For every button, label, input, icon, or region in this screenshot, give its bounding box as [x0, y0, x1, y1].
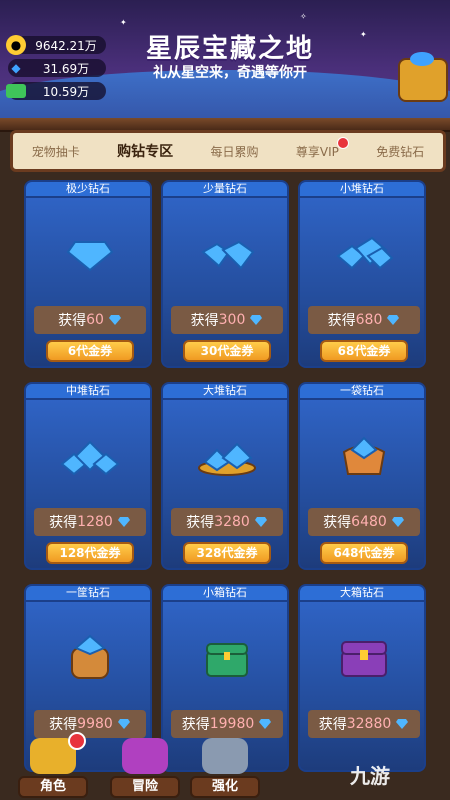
- anvil-icon: [202, 738, 248, 774]
- pack-title: 大堆钻石: [161, 382, 289, 400]
- large-chest-icon: [341, 641, 387, 677]
- pack-title: 极少钻石: [24, 180, 152, 198]
- pack-title: 小堆钻石: [298, 180, 426, 198]
- price-button[interactable]: 128代金券: [46, 542, 134, 564]
- gain-label: 获得 680: [308, 306, 420, 334]
- diamond-balance: ◆ 31.69万: [8, 59, 106, 77]
- diamond-pack-card[interactable]: 大堆钻石 获得 3280 328代金券: [161, 382, 289, 570]
- diamond-pack-card[interactable]: 小堆钻石 获得 680 68代金券: [298, 180, 426, 368]
- price-button[interactable]: 30代金券: [183, 340, 271, 362]
- pack-title: 一袋钻石: [298, 382, 426, 400]
- small-chest-icon: [206, 643, 248, 677]
- cash-balance: 10.59万: [6, 82, 106, 100]
- diamond-icon: [254, 517, 267, 527]
- diamond-icon: ◆: [11, 61, 21, 75]
- tab-vip[interactable]: 尊享VIP: [295, 136, 349, 160]
- diamond-pack-card[interactable]: 中堆钻石 获得 1280 128代金券: [24, 382, 152, 570]
- gain-label: 获得 300: [171, 306, 283, 334]
- gain-label: 获得 1280: [34, 508, 146, 536]
- nav-character-label: 角色: [18, 776, 88, 798]
- star-icon: ✦: [120, 18, 127, 27]
- tab-buy-diamonds[interactable]: 购钻专区: [117, 141, 173, 161]
- treasure-chest-icon[interactable]: [398, 52, 448, 102]
- nav-adventure-label: 冒险: [110, 776, 180, 798]
- price-button[interactable]: 648代金券: [320, 542, 408, 564]
- nav-character[interactable]: 角色: [18, 732, 88, 798]
- star-icon: ✦: [360, 30, 367, 39]
- diamond-pack-card[interactable]: 一袋钻石 获得 6480 648代金券: [298, 382, 426, 570]
- pack-title: 中堆钻石: [24, 382, 152, 400]
- diamond-basket-icon: [71, 634, 109, 679]
- pack-title: 少量钻石: [161, 180, 289, 198]
- gold-coin-icon: ●: [6, 35, 26, 55]
- diamond-bag-icon: [342, 436, 386, 475]
- tab-pet-gacha[interactable]: 宠物抽卡: [32, 143, 80, 160]
- page-subtitle: 礼从星空来，奇遇等你开: [153, 65, 307, 81]
- diamond-pile-icon: [201, 240, 255, 270]
- diamond-heap-icon: [60, 440, 120, 476]
- diamond-icon: [391, 517, 404, 527]
- watermark-logo: 九游: [350, 763, 390, 788]
- nav-upgrade-label: 强化: [190, 776, 260, 798]
- diamond-icon: [387, 315, 400, 325]
- diamond-pack-card[interactable]: 极少钻石 获得 60 6代金券: [24, 180, 152, 368]
- gain-label: 获得 3280: [171, 508, 283, 536]
- cash-balance-value: 10.59万: [42, 84, 90, 99]
- diamond-icon: [108, 315, 121, 325]
- page-title: 星辰宝藏之地: [145, 34, 314, 64]
- nav-upgrade[interactable]: 强化: [190, 732, 260, 798]
- tab-free-diamonds[interactable]: 免费钻石: [376, 143, 424, 160]
- notification-badge: [336, 136, 349, 149]
- diamond-icon: [250, 315, 263, 325]
- cash-icon: [6, 84, 26, 98]
- diamond-plate-icon: [198, 442, 256, 476]
- tab-vip-label: 尊享VIP: [295, 144, 339, 159]
- gold-balance: ● 9642.21万: [6, 35, 106, 55]
- diamond-icon: [117, 517, 130, 527]
- gain-label: 获得 60: [34, 306, 146, 334]
- price-button[interactable]: 6代金券: [46, 340, 134, 362]
- shop-tabs: 宠物抽卡 购钻专区 每日累购 尊享VIP 免费钻石: [10, 130, 446, 172]
- notification-badge: [68, 732, 86, 750]
- diamond-icon: [117, 719, 130, 729]
- nav-adventure[interactable]: 冒险: [110, 732, 180, 798]
- star-icon: ✧: [300, 12, 307, 21]
- diamond-pile-icon: [336, 236, 394, 270]
- pack-title: 大箱钻石: [298, 584, 426, 602]
- portal-icon: [122, 738, 168, 774]
- pack-title: 一筐钻石: [24, 584, 152, 602]
- gain-label: 获得 6480: [308, 508, 420, 536]
- diamond-icon: [259, 719, 272, 729]
- price-button[interactable]: 68代金券: [320, 340, 408, 362]
- gold-balance-value: 9642.21万: [35, 38, 97, 53]
- pack-title: 小箱钻石: [161, 584, 289, 602]
- diamond-balance-value: 31.69万: [42, 61, 90, 76]
- diamond-icon: [396, 719, 409, 729]
- tab-daily-purchase[interactable]: 每日累购: [210, 143, 258, 160]
- diamond-pack-card[interactable]: 少量钻石 获得 300 30代金券: [161, 180, 289, 368]
- price-button[interactable]: 328代金券: [183, 542, 271, 564]
- diamond-icon: [66, 241, 114, 272]
